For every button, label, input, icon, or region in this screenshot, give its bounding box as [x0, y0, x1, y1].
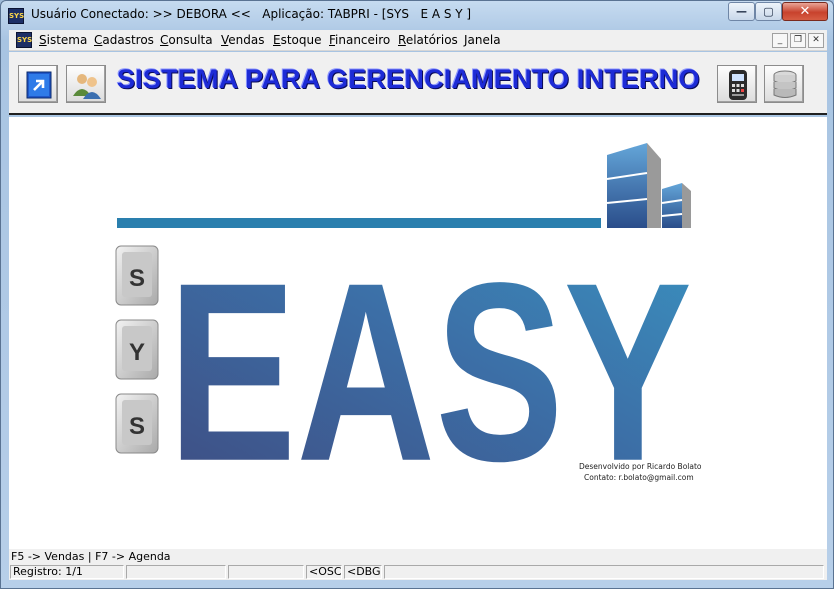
credit-contact: Contato: r.bolato@gmail.com: [584, 473, 694, 482]
menu-relatorios[interactable]: Relatórios: [398, 33, 458, 47]
shortcut-hint: F5 -> Vendas | F7 -> Agenda: [9, 549, 827, 564]
menu-label: stoque: [280, 33, 322, 47]
database-icon: [773, 70, 797, 98]
mdi-close-button[interactable]: ✕: [808, 33, 824, 48]
application-window: SYS Usuário Conectado: >> DEBORA << Apli…: [0, 0, 834, 589]
mdi-minimize-button[interactable]: _: [772, 33, 788, 48]
title-bar[interactable]: SYS Usuário Conectado: >> DEBORA << Apli…: [1, 1, 833, 29]
status-panel-empty: [228, 565, 304, 579]
toolbar: SISTEMA PARA GERENCIAMENTO INTERNO: [9, 52, 827, 115]
menu-label: istema: [46, 33, 88, 47]
key-letter: S: [129, 265, 145, 292]
exit-icon: [26, 71, 52, 99]
menu-estoque[interactable]: Estoque: [273, 33, 322, 47]
sys-keys: S Y S: [115, 245, 159, 454]
status-registro: Registro: 1/1: [10, 565, 124, 579]
sys-easy-logo: S Y S EASY Desenvolvido por Ricardo Bola…: [115, 143, 702, 514]
menu-financeiro[interactable]: Financeiro: [329, 33, 390, 47]
mdi-child-icon[interactable]: SYS: [16, 32, 32, 48]
menu-bar: SYS Sistema Cadastros Consulta Vendas Es…: [9, 30, 827, 51]
credit-developer: Desenvolvido por Ricardo Bolato: [579, 462, 702, 471]
key-letter: Y: [129, 339, 145, 366]
app-icon[interactable]: SYS: [8, 8, 24, 24]
menu-label: adastros: [102, 33, 154, 47]
status-bar: Registro: 1/1 <OSC> <DBG>: [9, 564, 827, 580]
key-letter: S: [129, 413, 145, 440]
logo-bar: [117, 218, 601, 228]
app-headline: SISTEMA PARA GERENCIAMENTO INTERNO: [117, 64, 700, 94]
status-dbg: <DBG>: [344, 565, 382, 579]
users-icon: [73, 74, 101, 99]
buildings-graphic: [606, 143, 691, 228]
status-panel-empty: [126, 565, 226, 579]
users-button[interactable]: [66, 65, 106, 103]
status-osc: <OSC>: [306, 565, 342, 579]
exit-button[interactable]: [18, 65, 58, 103]
logo-word: EASY: [168, 229, 692, 514]
minimize-button[interactable]: —: [728, 2, 755, 21]
menu-label: endas: [228, 33, 265, 47]
menu-vendas[interactable]: Vendas: [221, 33, 265, 47]
menu-cadastros[interactable]: Cadastros: [94, 33, 154, 47]
window-title: Usuário Conectado: >> DEBORA << Aplicaçã…: [31, 7, 472, 21]
menu-label: onsulta: [168, 33, 213, 47]
menu-label: inanceiro: [335, 33, 391, 47]
menu-janela[interactable]: Janela: [464, 33, 501, 47]
status-panel-empty: [384, 565, 824, 579]
close-button[interactable]: ✕: [782, 2, 828, 21]
calculator-button[interactable]: [717, 65, 757, 103]
calculator-icon: [729, 70, 747, 100]
menu-label: elatórios: [405, 33, 458, 47]
database-button[interactable]: [764, 65, 804, 103]
maximize-button[interactable]: ▢: [755, 2, 782, 21]
mdi-restore-button[interactable]: ❐: [790, 33, 806, 48]
menu-sistema[interactable]: Sistema: [39, 33, 87, 47]
main-canvas: S Y S EASY Desenvolvido por Ricardo Bola…: [9, 117, 827, 549]
menu-consulta[interactable]: Consulta: [160, 33, 213, 47]
